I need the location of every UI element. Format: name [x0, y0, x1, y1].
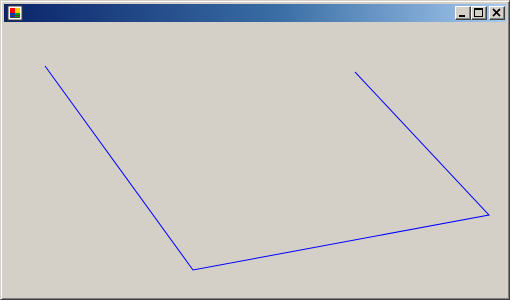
maximize-icon	[474, 8, 483, 17]
minimize-button[interactable]	[455, 6, 471, 20]
maximize-button[interactable]	[471, 6, 487, 20]
client-area[interactable]	[5, 23, 506, 297]
title-bar[interactable]	[4, 4, 506, 22]
drawn-polyline	[44, 65, 490, 271]
close-button[interactable]	[489, 6, 505, 20]
minimize-icon	[459, 15, 465, 17]
close-icon	[492, 8, 501, 17]
app-window	[0, 0, 510, 300]
application-icon[interactable]	[7, 5, 23, 21]
drawing-canvas[interactable]	[5, 23, 506, 297]
